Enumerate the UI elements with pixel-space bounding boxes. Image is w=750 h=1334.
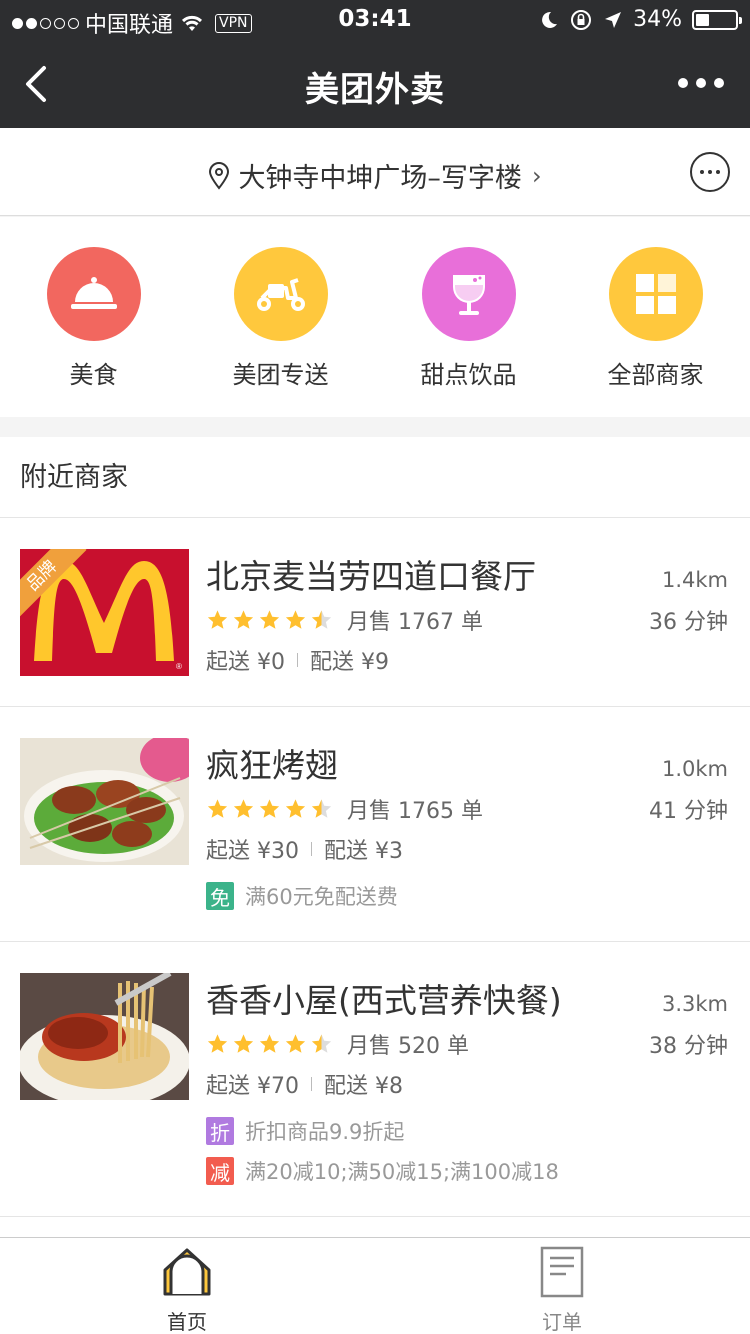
promo-reduction: 减 满20减10;满50减15;满100减18 [206,1156,559,1186]
chevron-right-icon: › [531,161,542,190]
scooter-icon [233,247,328,341]
promo-tag: 免 [206,882,234,910]
promo-text: 满60元免配送费 [245,885,398,909]
shop-name: 疯狂烤翅 [206,746,338,785]
promo-free-delivery: 免 满60元免配送费 [206,881,398,911]
category-label: 全部商家 [607,361,704,389]
top-bar: 中国联通 VPN 03:41 34% 美团外卖 [0,0,750,128]
category-food[interactable]: 美食 [0,247,187,390]
page-title: 美团外卖 [305,70,445,110]
more-menu-icon[interactable] [678,78,724,88]
star-icon [311,1034,332,1053]
delivery-time: 41 分钟 [649,799,728,824]
star-icon [207,610,228,629]
nav-bar: 美团外卖 [0,42,750,128]
star-rating [206,609,333,631]
star-icon [259,799,280,818]
shop-name: 北京麦当劳四道口餐厅 [206,557,536,596]
star-icon [259,610,280,629]
category-grid: 美食 美团专送 甜点饮品 全部商家 [0,217,750,417]
shop-item[interactable]: 疯狂烤翅 月售 1765 单 起送 ¥30 配送 ¥3 1.0km 41 分钟 … [0,707,750,942]
location-bar: 大钟寺中坤广场–写字楼 › [0,128,750,216]
moon-icon [542,11,558,28]
category-label: 甜点饮品 [420,361,517,389]
delivery-time: 36 分钟 [649,610,728,635]
category-label: 美食 [69,361,118,389]
status-bar: 中国联通 VPN 03:41 34% [0,0,750,42]
order-list-icon [540,1246,584,1298]
tab-label: 首页 [167,1310,207,1334]
star-icon [285,799,306,818]
monthly-sales: 月售 1765 单 [347,799,483,824]
delivery-fee: 配送 ¥9 [310,650,389,675]
star-icon [259,1034,280,1053]
grid-icon [608,247,703,341]
star-icon [207,1034,228,1053]
min-order: 起送 ¥0 [206,650,285,675]
delivery-time: 38 分钟 [649,1034,728,1059]
shop-thumbnail-mcdonalds: ® 品牌 [20,549,189,676]
star-icon [311,799,332,818]
delivery-fee: 配送 ¥3 [324,839,403,864]
promo-tag: 减 [206,1157,234,1185]
shop-name: 香香小屋(西式营养快餐) [206,981,562,1020]
bottom-tab-bar: 首页 订单 [0,1237,750,1334]
shop-thumbnail-spaghetti [20,973,189,1100]
shop-distance: 1.0km [661,757,728,781]
min-order: 起送 ¥30 [206,839,299,864]
category-dessert-drinks[interactable]: 甜点饮品 [375,247,562,390]
star-icon [233,799,254,818]
shop-distance: 1.4km [661,568,728,592]
star-icon [285,610,306,629]
star-icon [233,610,254,629]
category-meituan-delivery[interactable]: 美团专送 [187,247,374,390]
battery-percent: 34% [633,7,682,32]
rotation-lock-icon [571,9,592,30]
category-all-merchants[interactable]: 全部商家 [562,247,749,390]
nearby-merchants: 附近商家 ® 品牌 北京麦当劳四道口餐厅 月售 1767 单 起送 ¥0 配送 … [0,437,750,1237]
shop-thumbnail-wings [20,738,189,865]
category-label: 美团专送 [232,361,329,389]
monthly-sales: 月售 1767 单 [347,610,483,635]
battery-icon [692,9,742,30]
section-heading: 附近商家 [0,437,750,518]
promo-discount: 折 折扣商品9.9折起 [206,1116,404,1146]
drink-glass-icon [421,247,516,341]
min-order: 起送 ¥70 [206,1074,299,1099]
tab-home[interactable]: 首页 [127,1246,247,1334]
star-icon [285,1034,306,1053]
svg-text:®: ® [176,662,182,671]
star-icon [311,610,332,629]
monthly-sales: 月售 520 单 [347,1034,469,1059]
promo-text: 满20减10;满50减15;满100减18 [245,1160,559,1184]
promo-tag: 折 [206,1117,234,1145]
shop-item[interactable]: 香香小屋(西式营养快餐) 月售 520 单 起送 ¥70 配送 ¥8 3.3km… [0,942,750,1217]
star-rating [206,798,333,820]
location-arrow-icon [605,11,622,28]
food-cloche-icon [46,247,141,341]
more-options-icon[interactable] [690,152,730,192]
promo-text: 折扣商品9.9折起 [245,1120,405,1144]
tab-orders[interactable]: 订单 [502,1246,622,1334]
star-icon [207,799,228,818]
location-selector[interactable]: 大钟寺中坤广场–写字楼 › [0,156,750,195]
star-icon [233,1034,254,1053]
tab-label: 订单 [542,1310,582,1334]
location-address: 大钟寺中坤广场–写字楼 [238,163,522,194]
map-pin-icon [209,161,230,190]
star-rating [206,1033,333,1055]
delivery-fee: 配送 ¥8 [324,1074,403,1099]
home-icon [163,1248,211,1296]
shop-item[interactable]: ® 品牌 北京麦当劳四道口餐厅 月售 1767 单 起送 ¥0 配送 ¥9 1.… [0,518,750,707]
shop-distance: 3.3km [661,992,728,1016]
